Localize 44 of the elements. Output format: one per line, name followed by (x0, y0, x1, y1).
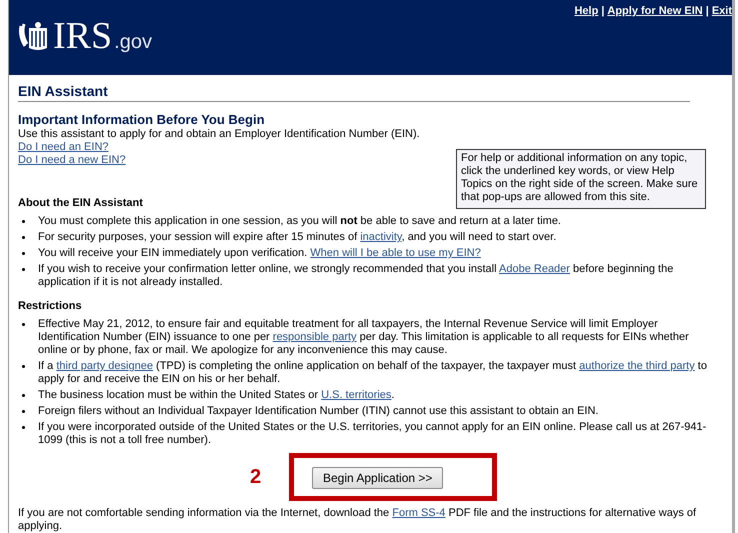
bullet-icon (22, 365, 25, 368)
bullet-icon (22, 394, 25, 397)
bullet-icon (22, 268, 25, 271)
bullet-icon (22, 220, 25, 223)
logo-wordmark: IRS (53, 14, 112, 58)
intro-text: Use this assistant to apply for and obtain an Employer Identification Number (EIN). (18, 128, 421, 141)
list-text: Effective May 21, 2012, to ensure fair and equitable treatment for all taxpayers, the Internal Revenue Service will limit Employer Identification Number (EIN) issuance to one per responsible party per day. This limitation is applicable to all requests for EINs whether online or by phone, fax or mail. We apologize for any inconvenience this may cause. (38, 318, 690, 357)
list-text: You will receive your EIN immediately upon verification. When will I be able to use my EIN? (38, 247, 481, 260)
nav-separator: | (601, 5, 604, 17)
list-text: If a third party designee (TPD) is completing the online application on behalf of the taxpayer, the taxpayer must authorize the third party to apply for and receive the EIN on his or her behalf. (38, 360, 708, 386)
list-text: Foreign filers without an Individual Taxpayer Identification Number (ITIN) cannot use this assistant to obtain an EIN. (38, 405, 598, 418)
step-number: 2 (250, 466, 262, 488)
bullet-icon (22, 252, 25, 255)
list-text: If you wish to receive your confirmation letter online, we strongly recommended that you install Adobe Reader before beginning the application if it is not already installed. (38, 263, 674, 289)
list-text: You must complete this application in one session, as you will not be able to save and return at a later time. (38, 215, 561, 228)
list-text: The business location must be within the United States or U.S. territories. (38, 389, 394, 402)
footer-text: If you are not comfortable sending information via the Internet, download the Form SS-4 PDF file and the instructions for alternative ways of applying. (18, 507, 696, 532)
section-heading: Important Information Before You Begin (18, 112, 266, 127)
section-heading: About the EIN Assistant (18, 197, 143, 209)
begin-application-button[interactable]: Begin Application >> (312, 467, 444, 489)
bullet-icon (22, 323, 25, 326)
bullet-icon (22, 236, 25, 239)
help-note: For help or additional information on any topic, click the underlined key words, or view Help Topics on the right side of the screen. Make sure that pop-ups are allowed from this site. (456, 149, 706, 209)
nav-link[interactable]: Help (574, 5, 598, 17)
list-text: If you were incorporated outside of the United States or the U.S. territories, you cannot apply for an EIN online. Please call us at 267-941-1099 (this is not a toll free number). (38, 421, 708, 447)
section-heading: Restrictions (18, 299, 83, 312)
bullet-icon (22, 410, 25, 413)
text-link[interactable]: When will I be able to use my EIN? (310, 247, 481, 259)
nav-link[interactable]: Apply for New EIN (607, 5, 703, 17)
text-link[interactable]: inactivity (360, 231, 402, 243)
text-link[interactable]: Do I need a new EIN? (18, 154, 126, 166)
page-title: EIN Assistant (18, 83, 690, 102)
text-link[interactable]: Form SS-4 (392, 507, 446, 519)
nav-link[interactable]: Exit (712, 5, 732, 17)
logo-suffix: .gov (114, 31, 152, 54)
text-link[interactable]: Adobe Reader (499, 263, 570, 275)
bullet-icon (22, 426, 25, 429)
text-link[interactable]: U.S. territories (321, 389, 392, 401)
list-text: For security purposes, your session will expire after 15 minutes of inactivity, and you will need to start over. (38, 231, 556, 244)
text-link[interactable]: authorize the third party (579, 360, 695, 372)
text-link[interactable]: third party designee (56, 360, 153, 372)
nav-separator: | (706, 5, 709, 17)
text-link[interactable]: responsible party (272, 331, 357, 343)
text-link[interactable]: Do I need an EIN? (18, 141, 109, 153)
